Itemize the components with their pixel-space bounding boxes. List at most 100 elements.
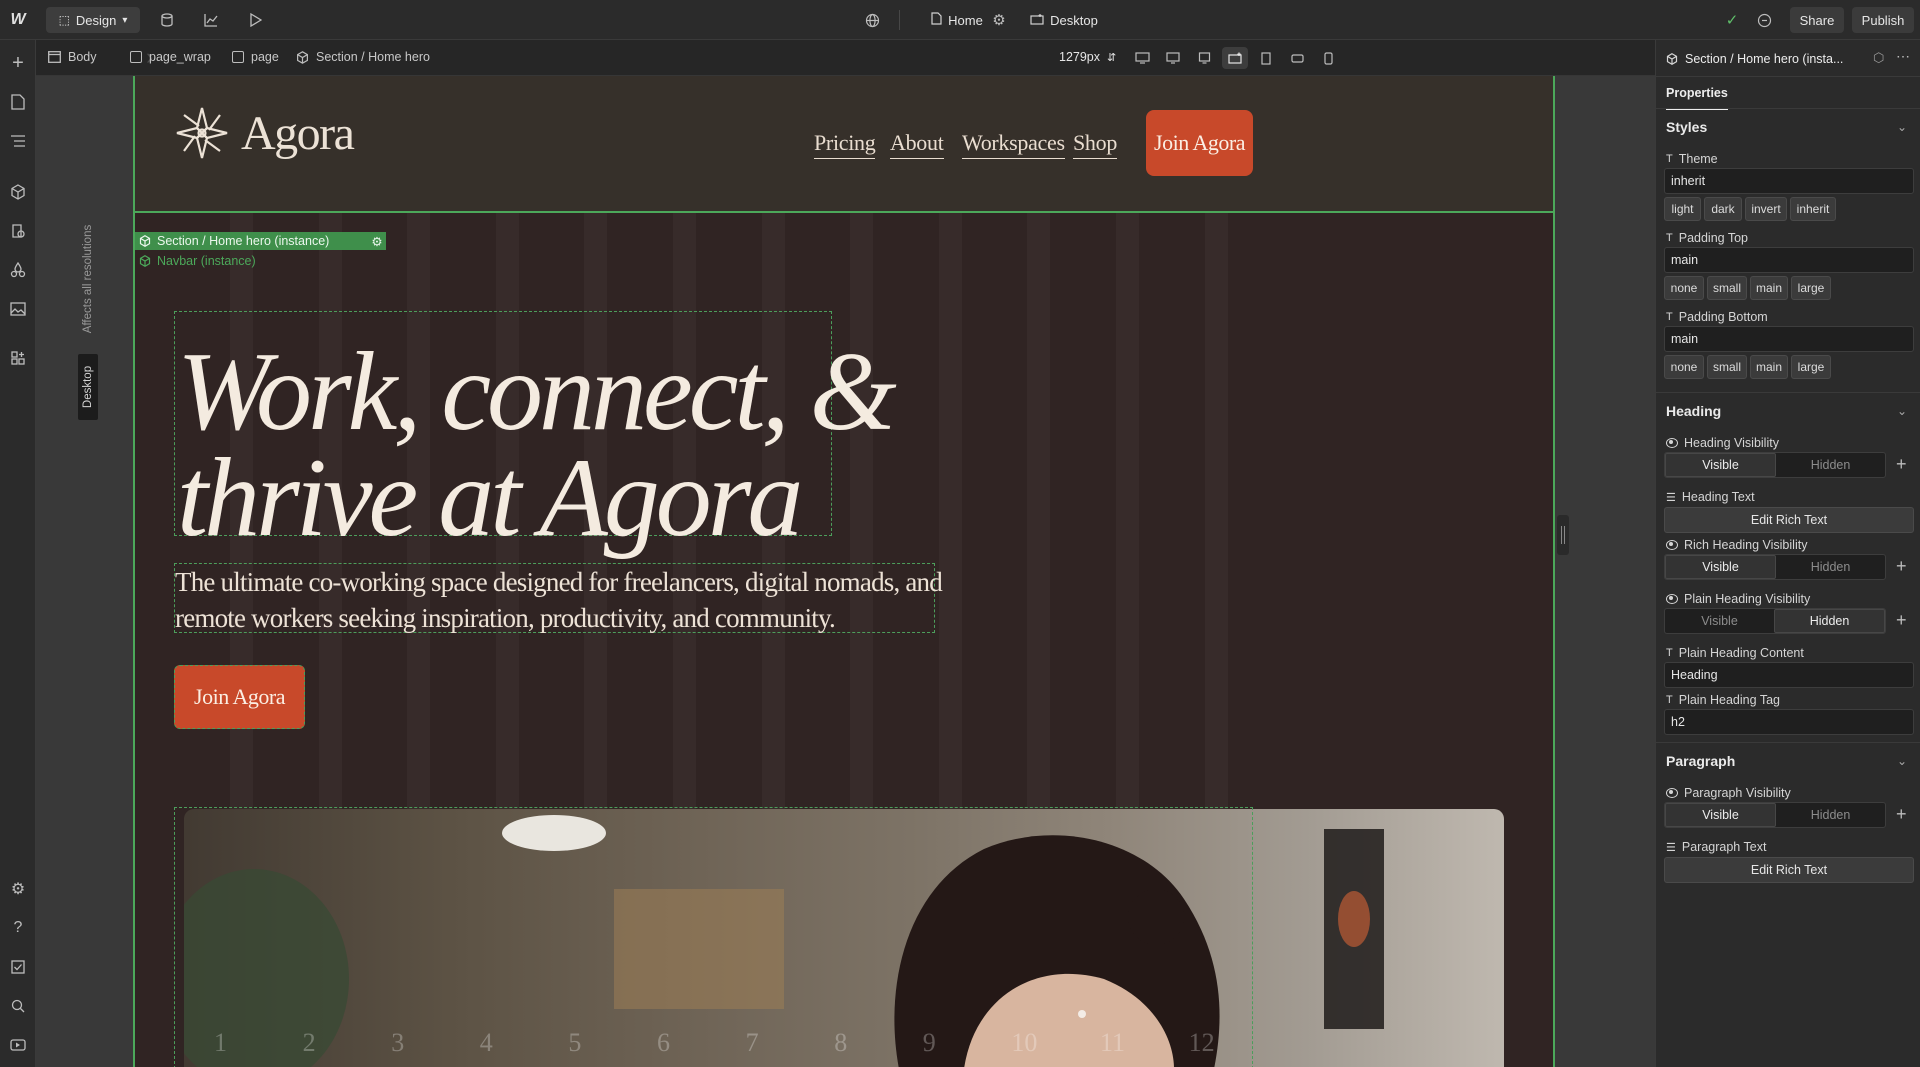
visible-option[interactable]: Visible (1665, 453, 1776, 477)
add-binding-plus-icon[interactable]: + (1896, 556, 1907, 577)
padding-bottom-option-small[interactable]: small (1707, 355, 1747, 379)
paragraph-visibility-label: Paragraph Visibility (1666, 786, 1791, 800)
padding-top-input[interactable]: main (1664, 247, 1914, 273)
add-binding-plus-icon[interactable]: + (1896, 454, 1907, 475)
breadcrumb-item-page[interactable]: page (232, 50, 279, 64)
add-binding-plus-icon[interactable]: + (1896, 610, 1907, 631)
publish-button[interactable]: Publish (1852, 7, 1914, 33)
canvas-width-readout[interactable]: 1279px ⇵ (1059, 50, 1116, 64)
rich-heading-visibility-toggle[interactable]: Visible Hidden (1664, 554, 1886, 580)
heading-visibility-label-text: Heading Visibility (1684, 436, 1779, 450)
chevron-down-icon[interactable]: ⌄ (1897, 404, 1907, 418)
paragraph-visibility-toggle[interactable]: Visible Hidden (1664, 802, 1886, 828)
breakpoint-large-desktop-icon[interactable] (1129, 47, 1155, 69)
theme-option-light[interactable]: light (1664, 197, 1701, 221)
tab-properties[interactable]: Properties (1666, 86, 1728, 110)
navigator-icon[interactable] (5, 128, 31, 154)
nav-link-workspaces[interactable]: Workspaces (962, 130, 1065, 159)
hero-title-line-2[interactable]: thrive at Agora (177, 442, 803, 554)
analytics-icon[interactable] (199, 8, 223, 32)
plain-heading-tag-input[interactable]: h2 (1664, 709, 1914, 735)
visible-option[interactable]: Visible (1665, 609, 1774, 633)
hidden-option[interactable]: Hidden (1776, 803, 1885, 827)
canvas-resize-handle[interactable] (1557, 515, 1569, 555)
help-icon[interactable]: ? (5, 915, 31, 941)
preview-play-icon[interactable] (244, 8, 268, 32)
hero-join-button[interactable]: Join Agora (174, 665, 305, 729)
breakpoint-tablet-icon[interactable] (1253, 47, 1279, 69)
cms-database-icon[interactable] (155, 8, 179, 32)
theme-input[interactable]: inherit (1664, 168, 1914, 194)
breakpoint-selector[interactable]: Desktop (1024, 7, 1104, 33)
comments-icon[interactable] (1752, 8, 1776, 32)
nav-link-about[interactable]: About (890, 130, 944, 159)
heading-visibility-toggle[interactable]: Visible Hidden (1664, 452, 1886, 478)
grid-column-number: 4 (479, 1028, 493, 1057)
breakpoint-desktop-base-icon[interactable] (1222, 47, 1248, 69)
breakpoint-mobile-landscape-icon[interactable] (1284, 47, 1310, 69)
breadcrumb-item-section[interactable]: Section / Home hero (296, 50, 430, 64)
chevron-down-icon[interactable]: ⌄ (1897, 754, 1907, 768)
add-binding-plus-icon[interactable]: + (1896, 804, 1907, 825)
hidden-option[interactable]: Hidden (1774, 609, 1885, 633)
audit-checkbox-icon[interactable] (5, 954, 31, 980)
plain-heading-visibility-toggle[interactable]: Visible Hidden (1664, 608, 1886, 634)
breakpoint-1280-icon[interactable] (1191, 47, 1217, 69)
padding-top-option-small[interactable]: small (1707, 276, 1747, 300)
hidden-option[interactable]: Hidden (1776, 555, 1885, 579)
pages-icon[interactable] (5, 89, 31, 115)
breadcrumb-item-page-wrap[interactable]: page_wrap (130, 50, 211, 64)
plain-heading-content-input[interactable]: Heading (1664, 662, 1914, 688)
page-selector[interactable]: Home (922, 7, 992, 33)
design-canvas[interactable]: Affects all resolutions Desktop 1 2 3 4 … (36, 76, 1655, 1067)
site-logo[interactable]: Agora (173, 104, 355, 162)
theme-option-inherit[interactable]: inherit (1790, 197, 1836, 221)
visible-option[interactable]: Visible (1665, 555, 1776, 579)
visible-option[interactable]: Visible (1665, 803, 1776, 827)
globe-icon[interactable] (860, 8, 884, 32)
share-button[interactable]: Share (1790, 7, 1844, 33)
mode-dropdown[interactable]: ⬚ Design ▾ (46, 7, 140, 33)
nav-link-shop[interactable]: Shop (1073, 130, 1117, 159)
video-tutorial-icon[interactable] (5, 1032, 31, 1058)
hero-subtitle-line-2[interactable]: remote workers seeking inspiration, prod… (175, 600, 836, 636)
hero-title-line-1[interactable]: Work, connect, & (177, 336, 897, 448)
webflow-logo-icon[interactable]: W (6, 8, 30, 32)
apps-icon[interactable] (5, 345, 31, 371)
padding-top-option-main[interactable]: main (1750, 276, 1788, 300)
theme-option-invert[interactable]: invert (1745, 197, 1787, 221)
page-settings-gear-icon[interactable]: ⚙ (987, 8, 1011, 32)
hero-subtitle-line-1[interactable]: The ultimate co-working space designed f… (175, 564, 943, 600)
component-action-icon[interactable]: ⬡ (1873, 50, 1884, 66)
paragraph-section-heading[interactable]: Paragraph (1666, 753, 1735, 769)
component-settings-icon[interactable]: ⚙ (368, 232, 386, 250)
components-icon[interactable] (5, 179, 31, 205)
breakpoint-mobile-portrait-icon[interactable] (1315, 47, 1341, 69)
padding-bottom-input[interactable]: main (1664, 326, 1914, 352)
nav-join-button[interactable]: Join Agora (1146, 110, 1253, 176)
add-element-plus-icon[interactable]: + (5, 50, 31, 76)
settings-gear-icon[interactable]: ⚙ (5, 876, 31, 902)
search-icon[interactable] (5, 993, 31, 1019)
padding-top-option-large[interactable]: large (1791, 276, 1831, 300)
more-options-icon[interactable]: ⋯ (1896, 48, 1910, 65)
breakpoint-1440-icon[interactable] (1160, 47, 1186, 69)
styles-section-heading[interactable]: Styles (1666, 119, 1707, 135)
heading-edit-rich-text-button[interactable]: Edit Rich Text (1664, 507, 1914, 533)
padding-bottom-option-large[interactable]: large (1791, 355, 1831, 379)
assets-image-icon[interactable] (5, 296, 31, 322)
breadcrumb-item-body[interactable]: Body (48, 50, 97, 64)
padding-bottom-option-main[interactable]: main (1750, 355, 1788, 379)
padding-bottom-option-none[interactable]: none (1664, 355, 1704, 379)
variables-icon[interactable] (5, 218, 31, 244)
chevron-down-icon[interactable]: ⌄ (1897, 120, 1907, 134)
styles-drops-icon[interactable] (5, 257, 31, 283)
heading-section-heading[interactable]: Heading (1666, 403, 1721, 419)
navbar[interactable]: Agora Pricing About Workspaces Shop Join… (133, 76, 1555, 213)
hidden-option[interactable]: Hidden (1776, 453, 1885, 477)
nav-link-pricing[interactable]: Pricing (814, 130, 876, 159)
padding-top-option-none[interactable]: none (1664, 276, 1704, 300)
site-page-preview[interactable]: 1 2 3 4 5 6 7 8 9 10 11 12 Agora Pricing About (133, 76, 1555, 1067)
theme-option-dark[interactable]: dark (1704, 197, 1742, 221)
paragraph-edit-rich-text-button[interactable]: Edit Rich Text (1664, 857, 1914, 883)
